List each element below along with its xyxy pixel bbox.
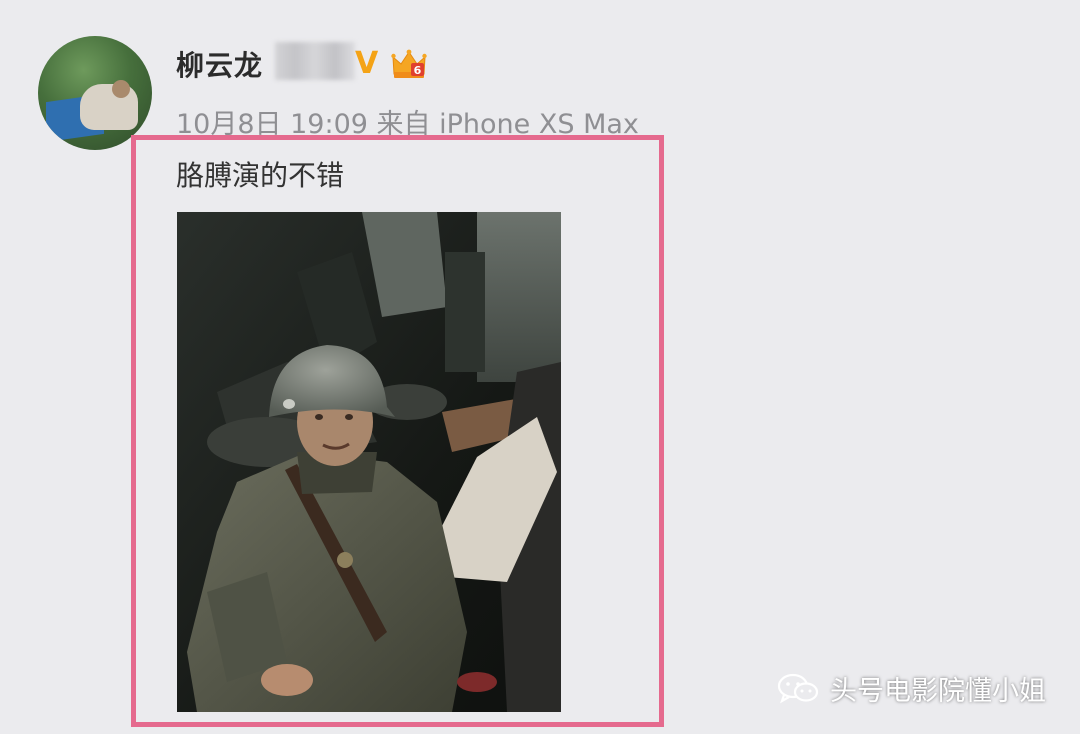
svg-text:6: 6 [414,64,422,77]
watermark-text: 头号电影院懂小姐 [830,675,1046,707]
username[interactable]: 柳云龙 [176,44,263,84]
verified-v-icon: V [355,46,379,81]
post-text: 胳膊演的不错 [176,159,345,192]
soldier-photo [177,212,561,712]
user-avatar[interactable] [38,36,152,150]
blurred-username-part [275,42,355,80]
vip-crown-icon: 6 [391,49,427,78]
watermark: 头号电影院懂小姐 [776,670,1046,707]
post-image[interactable] [177,212,561,712]
wechat-logo-icon [777,673,819,704]
